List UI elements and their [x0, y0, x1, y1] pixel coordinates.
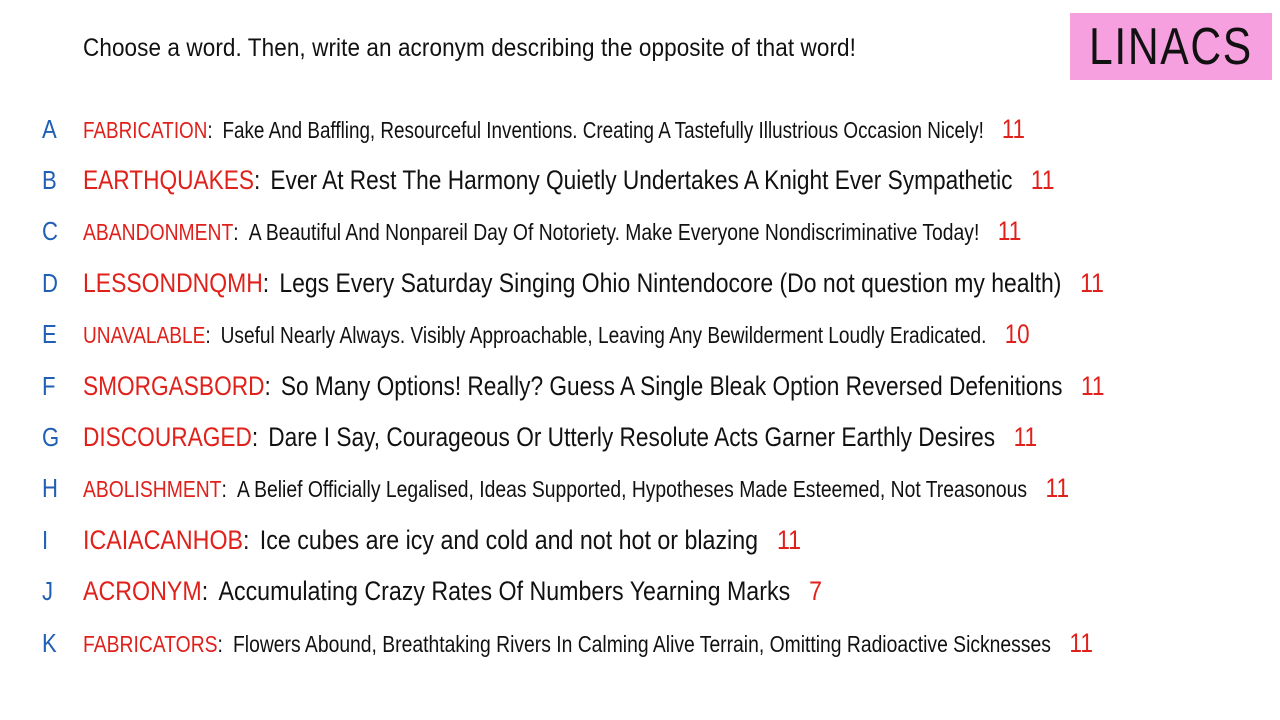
item-letter: H — [42, 472, 58, 503]
item-letter: E — [42, 318, 57, 349]
item-word: ACRONYM — [83, 575, 202, 606]
item-word: DISCOURAGED — [83, 421, 252, 452]
item-letter-count: 10 — [1004, 318, 1030, 349]
list-item-h: H ABOLISHMENT: A Belief Officially Legal… — [42, 472, 1070, 503]
item-letter: B — [42, 164, 57, 195]
item-acronym: Useful Nearly Always. Visibly Approachab… — [220, 321, 987, 348]
item-letter: J — [42, 575, 54, 606]
list-item-k: K FABRICATORS: Flowers Abound, Breathtak… — [42, 627, 1093, 658]
item-word: LESSONDNQMH — [83, 267, 263, 298]
item-letter-count: 7 — [809, 575, 823, 606]
item-letter: A — [42, 113, 57, 144]
item-letter-count: 11 — [1030, 164, 1055, 195]
item-acronym: Legs Every Saturday Singing Ohio Nintend… — [279, 267, 1062, 298]
item-word: UNAVALABLE — [83, 321, 206, 348]
item-letter-count: 11 — [997, 215, 1022, 246]
list-item-a: A FABRICATION: Fake And Baffling, Resour… — [42, 113, 1025, 144]
list-item-e: E UNAVALABLE: Useful Nearly Always. Visi… — [42, 318, 1030, 349]
logo-text: LINACS — [1089, 17, 1253, 76]
item-letter-count: 11 — [1001, 113, 1025, 144]
list-item-f: F SMORGASBORD: So Many Options! Really? … — [42, 370, 1105, 401]
item-letter: C — [42, 215, 58, 246]
item-acronym: A Belief Officially Legalised, Ideas Sup… — [236, 475, 1028, 502]
list-item-j: J ACRONYM: Accumulating Crazy Rates Of N… — [42, 575, 823, 606]
item-acronym: Fake And Baffling, Resourceful Invention… — [222, 116, 984, 143]
item-letter-count: 11 — [776, 524, 802, 555]
item-letter: G — [42, 421, 60, 452]
list-item-c: C ABANDONMENT: A Beautiful And Nonpareil… — [42, 215, 1022, 246]
item-letter-count: 11 — [1013, 421, 1038, 452]
item-word: FABRICATION — [83, 116, 208, 143]
item-acronym: Accumulating Crazy Rates Of Numbers Year… — [218, 575, 791, 606]
list-item-g: G DISCOURAGED: Dare I Say, Courageous Or… — [42, 421, 1038, 452]
item-word: SMORGASBORD — [83, 370, 265, 401]
item-letter-count: 11 — [1080, 267, 1104, 298]
item-word: ABOLISHMENT — [83, 475, 222, 502]
item-letter-count: 11 — [1069, 627, 1093, 658]
item-acronym: Flowers Abound, Breathtaking Rivers In C… — [233, 630, 1051, 657]
item-letter: I — [42, 524, 49, 555]
item-letter: F — [42, 370, 56, 401]
item-word: ABANDONMENT — [83, 218, 234, 245]
item-word: ICAIACANHOB — [83, 524, 244, 555]
item-word: EARTHQUAKES — [83, 164, 254, 195]
list-item-d: D LESSONDNQMH: Legs Every Saturday Singi… — [42, 267, 1104, 298]
item-acronym: Ever At Rest The Harmony Quietly Underta… — [270, 164, 1013, 195]
instruction-text: Choose a word. Then, write an acronym de… — [83, 34, 857, 62]
item-acronym: So Many Options! Really? Guess A Single … — [280, 370, 1063, 401]
item-letter: K — [42, 627, 57, 658]
item-acronym: Ice cubes are icy and cold and not hot o… — [259, 524, 759, 555]
item-acronym: Dare I Say, Courageous Or Utterly Resolu… — [268, 421, 996, 452]
item-acronym: A Beautiful And Nonpareil Day Of Notorie… — [248, 218, 980, 245]
item-letter-count: 11 — [1045, 472, 1070, 503]
linacs-logo: LINACS — [1070, 13, 1272, 80]
list-item-i: I ICAIACANHOB: Ice cubes are icy and col… — [42, 524, 802, 555]
item-letter: D — [42, 267, 58, 298]
item-word: FABRICATORS — [83, 630, 218, 657]
list-item-b: B EARTHQUAKES: Ever At Rest The Harmony … — [42, 164, 1055, 195]
item-letter-count: 11 — [1080, 370, 1105, 401]
